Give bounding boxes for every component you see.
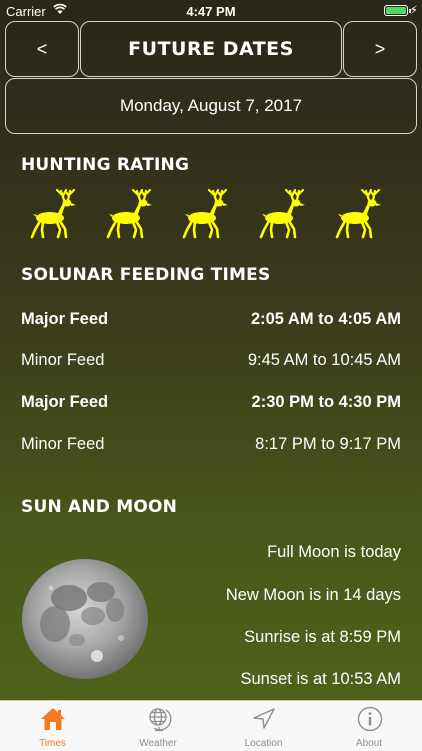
status-time: 4:47 PM — [186, 4, 236, 19]
previous-date-button[interactable]: < — [5, 21, 79, 77]
globe-icon — [146, 706, 172, 732]
feed-row: Major Feed 2:30 PM to 4:30 PM — [21, 393, 401, 419]
status-bar: Carrier 4:47 PM ⚡︎ — [0, 0, 422, 22]
hunting-rating — [30, 188, 390, 244]
previous-date-label: < — [36, 38, 48, 59]
deer-icon — [30, 188, 80, 240]
home-icon — [40, 706, 66, 732]
tab-about[interactable]: About — [317, 701, 422, 751]
deer-icon — [182, 188, 232, 240]
tab-label: Times — [39, 738, 66, 749]
tab-location[interactable]: Location — [211, 701, 316, 751]
feed-row: Minor Feed 9:45 AM to 10:45 AM — [21, 351, 401, 377]
feed-type-label: Minor Feed — [21, 435, 105, 453]
battery-icon — [384, 5, 408, 16]
next-date-button[interactable]: > — [343, 21, 417, 77]
page-title-box: FUTURE DATES — [80, 21, 342, 77]
feed-time-range: 2:05 AM to 4:05 AM — [250, 310, 401, 328]
tab-label: Location — [244, 738, 283, 749]
location-arrow-icon — [251, 706, 277, 732]
tab-label: About — [355, 738, 383, 749]
feed-row: Minor Feed 8:17 PM to 9:17 PM — [21, 435, 401, 461]
new-moon-text: New Moon is in 14 days — [225, 586, 401, 604]
sun-moon-title: SUN AND MOON — [21, 497, 178, 517]
solunar-title: SOLUNAR FEEDING TIMES — [21, 265, 271, 285]
full-moon-text: Full Moon is today — [267, 543, 401, 561]
bolt-icon: ⚡︎ — [409, 3, 418, 17]
feed-time-range: 9:45 AM to 10:45 AM — [247, 351, 401, 369]
selected-date: Monday, August 7, 2017 — [119, 96, 303, 115]
tab-weather[interactable]: Weather — [106, 701, 211, 751]
page-title: FUTURE DATES — [128, 38, 294, 60]
full-moon-image — [22, 559, 148, 679]
deer-icon — [259, 188, 309, 240]
feed-time-range: 2:30 PM to 4:30 PM — [251, 393, 401, 411]
feed-type-label: Major Feed — [21, 393, 109, 411]
next-date-label: > — [374, 38, 386, 59]
deer-icon — [106, 188, 156, 240]
tab-label: Weather — [139, 738, 177, 749]
feed-row: Major Feed 2:05 AM to 4:05 AM — [21, 310, 401, 336]
feed-time-range: 8:17 PM to 9:17 PM — [255, 435, 401, 453]
sunset-text: Sunset is at 10:53 AM — [240, 670, 401, 688]
tab-bar: Times Weather Location About — [0, 700, 422, 751]
tab-times[interactable]: Times — [0, 701, 105, 751]
deer-icon — [335, 188, 385, 240]
feed-type-label: Major Feed — [21, 310, 109, 328]
hunting-rating-title: HUNTING RATING — [21, 155, 190, 175]
info-icon — [357, 706, 383, 732]
date-selector[interactable]: Monday, August 7, 2017 — [5, 78, 417, 134]
feed-type-label: Minor Feed — [21, 351, 105, 369]
sunrise-text: Sunrise is at 8:59 PM — [244, 628, 401, 646]
